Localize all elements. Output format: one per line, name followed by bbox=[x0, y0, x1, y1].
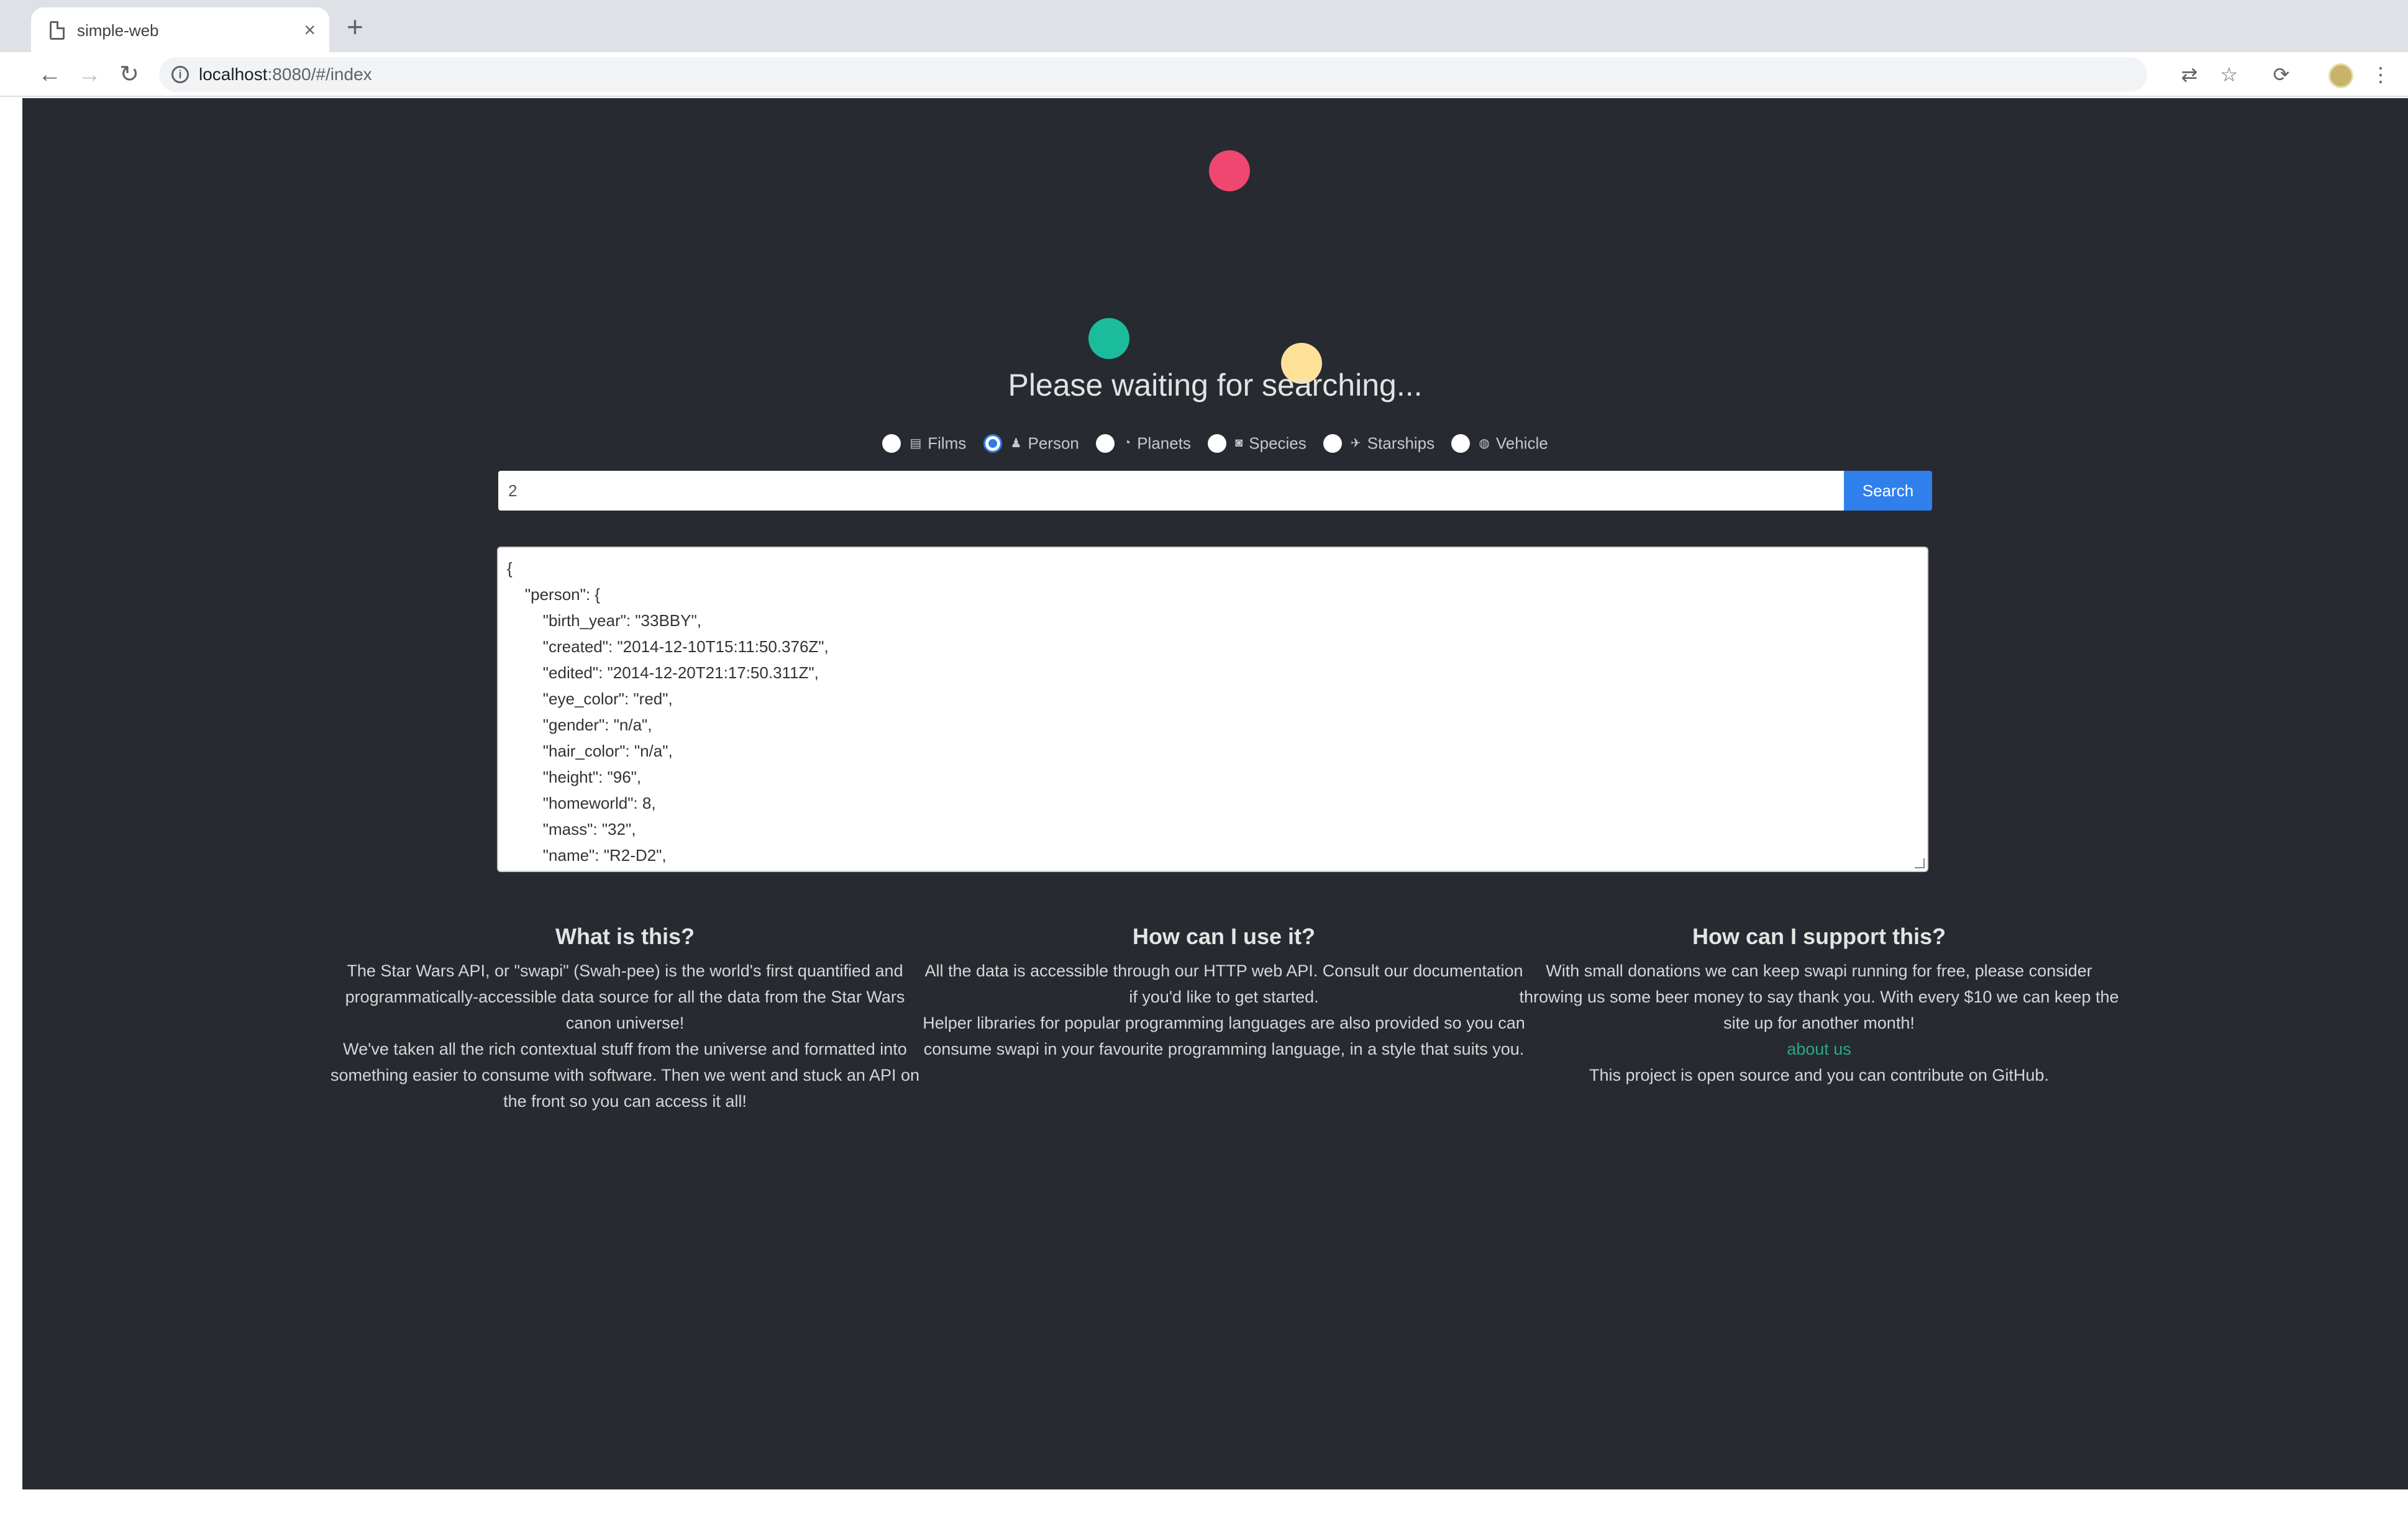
loading-dot-teal bbox=[1088, 318, 1129, 359]
address-bar[interactable]: i localhost:8080/#/index bbox=[159, 57, 2147, 92]
result-line: { bbox=[507, 559, 513, 578]
info-heading: How can I support this? bbox=[1692, 924, 1946, 949]
url-path: :8080/#/index bbox=[267, 65, 372, 84]
radio-label: Species bbox=[1249, 434, 1307, 453]
about-us-link[interactable]: about us bbox=[1515, 1036, 2123, 1062]
radio-vehicle[interactable]: ◍ Vehicle bbox=[1451, 433, 1548, 453]
document-icon bbox=[50, 21, 65, 40]
loading-dot-red bbox=[1209, 150, 1250, 191]
result-line: "name": "R2-D2", bbox=[507, 846, 667, 865]
result-line: "mass": "32", bbox=[507, 820, 636, 839]
info-paragraph: This project is open source and you can … bbox=[1589, 1066, 2049, 1084]
radio-person[interactable]: ♟ Person bbox=[983, 433, 1079, 453]
back-icon[interactable]: ← bbox=[35, 60, 65, 89]
info-paragraph: The Star Wars API, or "swapi" (Swah-pee)… bbox=[345, 961, 905, 1032]
radio-button[interactable] bbox=[983, 434, 1002, 453]
radio-label: Films bbox=[928, 434, 967, 453]
info-paragraph: Helper libraries for popular programming… bbox=[923, 1014, 1525, 1058]
result-line: "created": "2014-12-10T15:11:50.376Z", bbox=[507, 637, 829, 656]
result-textarea[interactable]: { "person": { "birth_year": "33BBY", "cr… bbox=[497, 547, 1928, 872]
planet-icon: ◔ bbox=[1123, 436, 1131, 450]
radio-button[interactable] bbox=[882, 434, 901, 453]
bookmark-star-icon[interactable]: ☆ bbox=[2215, 61, 2243, 88]
more-menu-icon[interactable]: ⋮ bbox=[2367, 61, 2394, 88]
radio-films[interactable]: ▤ Films bbox=[882, 433, 966, 453]
waiting-message: Please waiting for searching... bbox=[1008, 368, 1423, 402]
info-paragraph: We've taken all the rich contextual stuf… bbox=[330, 1040, 920, 1111]
person-icon: ♟ bbox=[1010, 437, 1022, 451]
result-line: "person": { bbox=[507, 585, 600, 604]
sync-icon[interactable]: ⟳ bbox=[2268, 61, 2295, 88]
category-radio-group: ▤ Films ♟ Person ◔ Planets ◙ Species ✈ Starsh… bbox=[22, 432, 2408, 457]
new-tab-icon[interactable]: + bbox=[347, 12, 363, 41]
url-host: localhost bbox=[199, 65, 268, 84]
radio-label: Starships bbox=[1367, 434, 1435, 453]
info-heading: What is this? bbox=[555, 924, 695, 949]
info-paragraph: All the data is accessible through our H… bbox=[924, 961, 1523, 1006]
vehicle-icon: ◍ bbox=[1479, 437, 1490, 451]
radio-button[interactable] bbox=[1451, 434, 1471, 453]
film-icon: ▤ bbox=[910, 437, 922, 451]
url-text[interactable]: localhost:8080/#/index bbox=[199, 64, 372, 85]
radio-button[interactable] bbox=[1208, 434, 1227, 453]
search-bar: Search bbox=[498, 471, 1932, 511]
info-icon[interactable]: i bbox=[171, 66, 189, 83]
reload-icon[interactable]: ↻ bbox=[114, 60, 144, 89]
page-viewport: Please waiting for searching... ▤ Films ♟… bbox=[22, 98, 2408, 1489]
info-paragraph: With small donations we can keep swapi r… bbox=[1519, 961, 2119, 1032]
result-line: "hair_color": "n/a", bbox=[507, 742, 673, 760]
starship-icon: ✈ bbox=[1351, 437, 1361, 451]
close-icon[interactable]: × bbox=[304, 19, 316, 41]
radio-button[interactable] bbox=[1323, 434, 1342, 453]
result-line: "eye_color": "red", bbox=[507, 689, 673, 708]
radio-species[interactable]: ◙ Species bbox=[1208, 433, 1307, 453]
radio-label: Person bbox=[1028, 434, 1079, 453]
search-input[interactable] bbox=[498, 471, 1844, 511]
result-line: "birth_year": "33BBY", bbox=[507, 611, 701, 630]
radio-button[interactable] bbox=[1096, 434, 1115, 453]
radio-label: Vehicle bbox=[1495, 434, 1548, 453]
tab-title: simple-web bbox=[77, 21, 159, 40]
info-what: What is this? The Star Wars API, or "swa… bbox=[321, 922, 929, 1114]
result-line: "homeworld": 8, bbox=[507, 794, 656, 812]
info-how: How can I use it? All the data is access… bbox=[919, 922, 1528, 1062]
browser-tab-bar: simple-web × + bbox=[0, 0, 2408, 52]
radio-label: Planets bbox=[1137, 434, 1191, 453]
radio-starships[interactable]: ✈ Starships bbox=[1323, 433, 1434, 453]
result-line: "edited": "2014-12-20T21:17:50.311Z", bbox=[507, 663, 819, 682]
resize-handle[interactable] bbox=[1915, 858, 1925, 868]
avatar[interactable] bbox=[2328, 63, 2353, 88]
species-icon: ◙ bbox=[1235, 436, 1243, 450]
browser-toolbar: ← → ↻ i localhost:8080/#/index ⇄ ☆ ⟳ ⋮ bbox=[0, 52, 2408, 97]
browser-tab[interactable]: simple-web × bbox=[31, 7, 329, 52]
info-heading: How can I use it? bbox=[1132, 924, 1316, 949]
info-support: How can I support this? With small donat… bbox=[1515, 922, 2123, 1088]
result-line: "height": "96", bbox=[507, 768, 642, 786]
forward-icon[interactable]: → bbox=[75, 60, 104, 89]
search-button[interactable]: Search bbox=[1844, 471, 1932, 511]
result-line: "gender": "n/a", bbox=[507, 716, 652, 734]
radio-planets[interactable]: ◔ Planets bbox=[1096, 433, 1191, 453]
translate-icon[interactable]: ⇄ bbox=[2176, 61, 2203, 88]
